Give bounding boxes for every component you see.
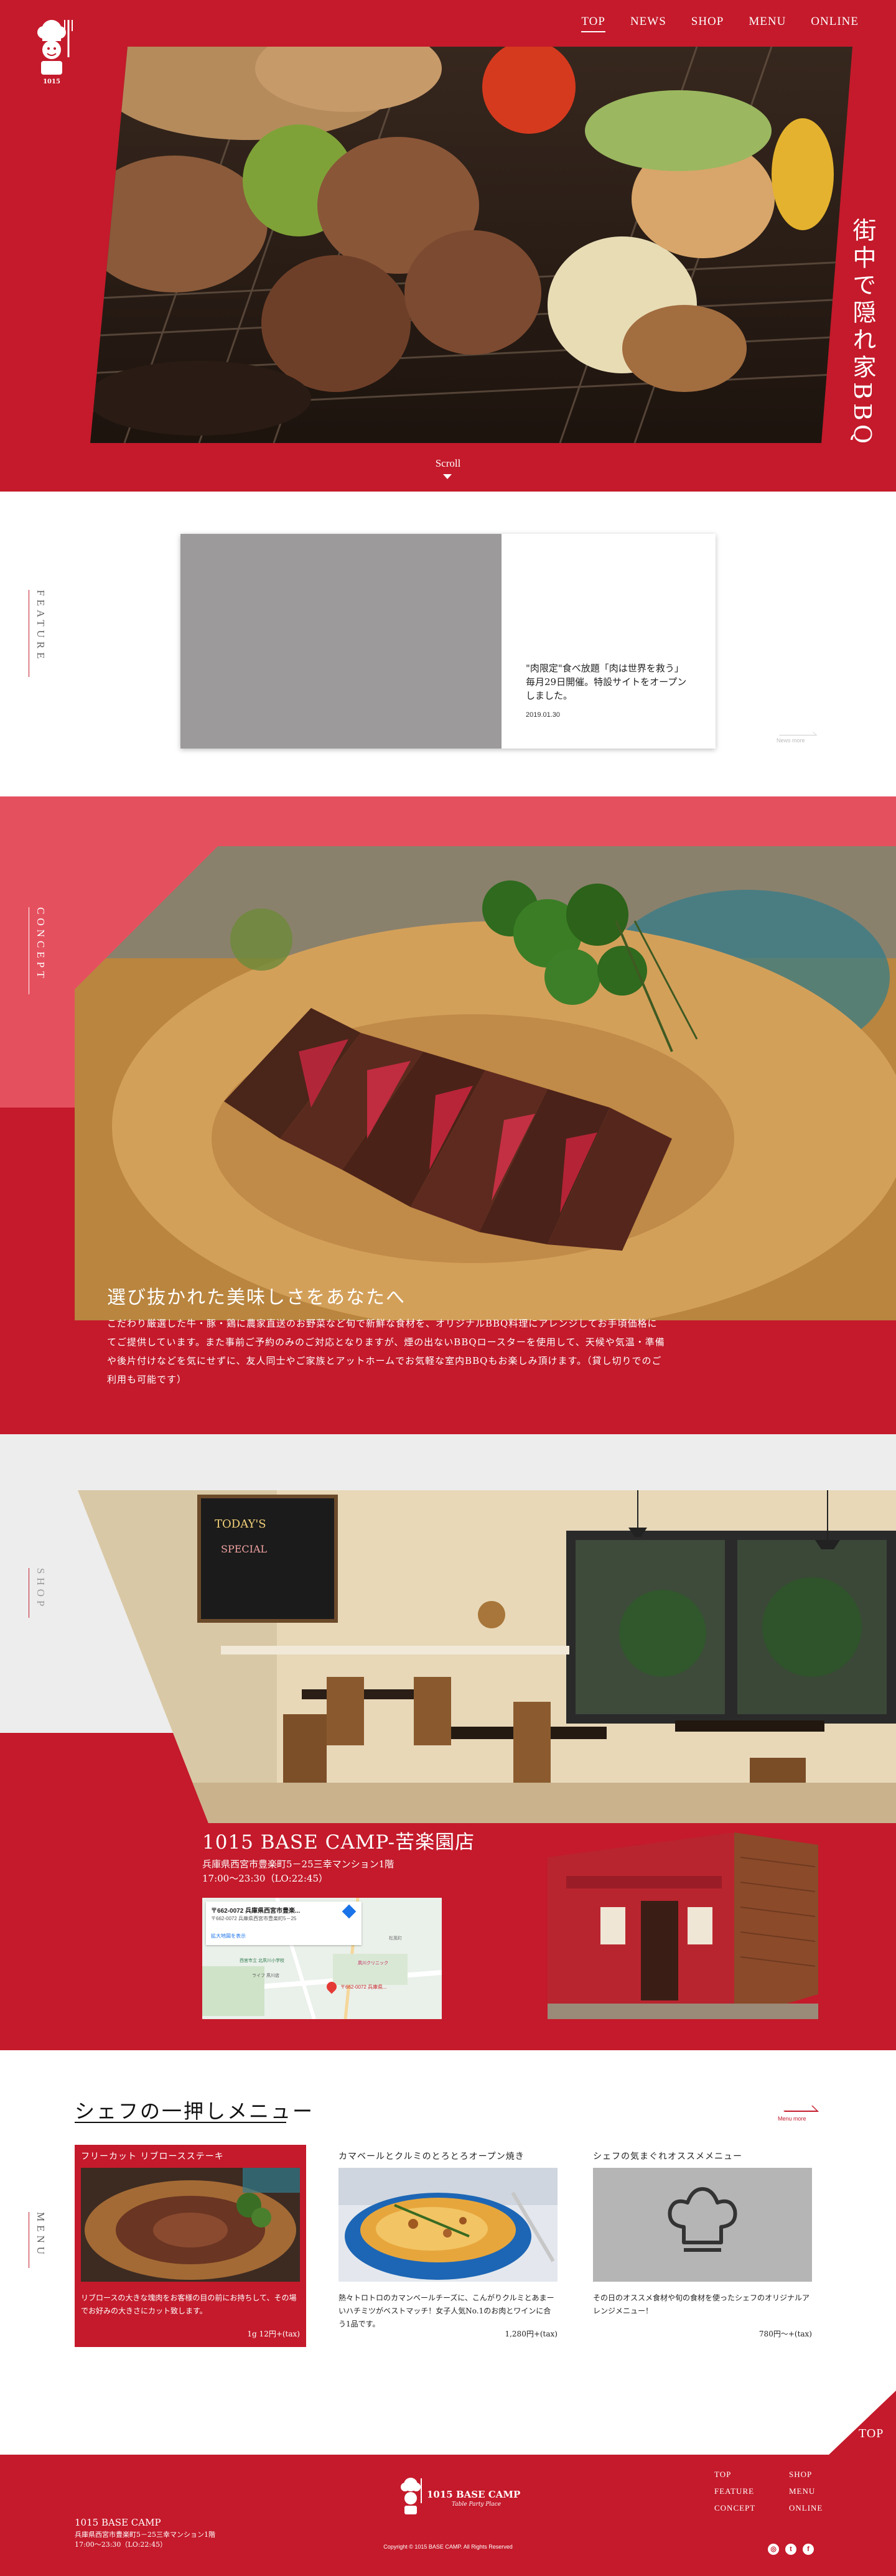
- map-info-card: 〒662-0072 兵庫県西宮市豊楽... 〒662-0072 兵庫県西宮市豊楽…: [206, 1902, 362, 1945]
- footer-nav-shop[interactable]: SHOP: [789, 2470, 812, 2480]
- back-to-top-button[interactable]: [828, 2391, 896, 2456]
- shop-hours: 17:00～23:30（LO:22:45）: [202, 1873, 328, 1884]
- map-place-label: 松風町: [389, 1936, 402, 1941]
- menu-card-description: 熱々トロトロのカマンベールチーズに、こんがりクルミとあまーいハチミツがベストマッ…: [338, 2294, 554, 2328]
- feature-article-image: [180, 534, 502, 749]
- scroll-label[interactable]: Scroll: [0, 457, 896, 470]
- menu-side-label: MENU: [29, 2212, 47, 2268]
- menu-more-link[interactable]: Menu more: [778, 2116, 806, 2122]
- concept-heading: 選び抜かれた美味しさをあなたへ: [107, 1287, 406, 1309]
- menu-card-title: フリーカット リブロースステーキ: [81, 2152, 224, 2162]
- footer-nav-feature[interactable]: FEATURE: [714, 2486, 754, 2496]
- facebook-icon[interactable]: f: [803, 2544, 814, 2555]
- footer-logo-subtext: Table Party Place: [452, 2501, 502, 2508]
- feature-side-label: FEATURE: [29, 590, 47, 677]
- menu-card[interactable]: カマベールとクルミのとろとろオープン焼き 熱々トロトロのカマンベールチーズに、こ…: [332, 2145, 564, 2347]
- nav-shop[interactable]: SHOP: [691, 15, 724, 32]
- map-card-title: 〒662-0072 兵庫県西宮市豊楽...: [211, 1908, 301, 1915]
- news-more-link[interactable]: News more: [777, 737, 805, 744]
- map-enlarge-link[interactable]: 拡大地図を表示: [211, 1933, 246, 1939]
- twitter-icon[interactable]: t: [785, 2544, 796, 2555]
- footer-logo-text: 1015 BASE CAMP: [427, 2489, 521, 2500]
- shop-map[interactable]: 〒662-0072 兵庫県西宮市豊楽... 〒662-0072 兵庫県西宮市豊楽…: [202, 1898, 442, 2019]
- menu-more-arrow-icon[interactable]: [778, 2106, 819, 2112]
- menu-card-gratin-image: [338, 2168, 558, 2282]
- menu-title-underline: [75, 2122, 286, 2123]
- footer-address: 兵庫県西宮市豊楽町5－25三幸マンション1階: [75, 2531, 215, 2539]
- nav-top[interactable]: TOP: [581, 15, 605, 32]
- concept-body-text: こだわり厳選した牛・豚・鶏に農家直送のお野菜など旬で新鮮な食材を、オリジナルBB…: [107, 1318, 665, 1385]
- shop-name: 1015 BASE CAMP-苦楽園店: [202, 1831, 475, 1854]
- map-card-address: 〒662-0072 兵庫県西宮市豊楽町5－25: [211, 1916, 297, 1921]
- svg-text:SPECIAL: SPECIAL: [221, 1543, 268, 1555]
- map-directions-icon[interactable]: [342, 1904, 357, 1919]
- footer-nav-top[interactable]: TOP: [714, 2470, 731, 2480]
- footer-social: ◎ t f: [768, 2544, 814, 2555]
- footer-nav-menu[interactable]: MENU: [789, 2486, 815, 2496]
- news-more-arrow-icon[interactable]: [776, 732, 817, 735]
- svg-text:1015: 1015: [43, 78, 60, 85]
- instagram-icon[interactable]: ◎: [768, 2544, 779, 2555]
- logo-chef-icon[interactable]: 1015: [24, 14, 80, 88]
- shop-interior-image: TODAY'S SPECIAL: [78, 1490, 896, 1823]
- nav-online[interactable]: ONLINE: [811, 15, 859, 32]
- scroll-down-icon[interactable]: [443, 474, 452, 479]
- svg-text:TODAY'S: TODAY'S: [215, 1518, 266, 1531]
- menu-card-price: 1,280円+(tax): [505, 2330, 558, 2338]
- footer-nav-online[interactable]: ONLINE: [789, 2503, 823, 2513]
- shop-side-label: SHOP: [29, 1568, 47, 1618]
- menu-card-price: 1g 12円+(tax): [247, 2330, 300, 2338]
- menu-card[interactable]: シェフの気まぐれオススメメニュー その日のオススメ食材や旬の食材を使ったシェフの…: [587, 2145, 818, 2347]
- menu-card-placeholder-image: [593, 2168, 812, 2282]
- shop-exterior-image: [548, 1832, 818, 2019]
- map-place-label: ライフ 夙川店: [252, 1974, 279, 1978]
- menu-card-description: リブロースの大きな塊肉をお客様の目の前にお持ちして、その場でお好みの大きさにカッ…: [81, 2294, 297, 2315]
- footer-nav-concept[interactable]: CONCEPT: [714, 2503, 755, 2513]
- map-place-label: 夙川クリニック: [358, 1961, 388, 1966]
- menu-section-title: シェフの一押しメニュー: [75, 2099, 315, 2123]
- nav-news[interactable]: NEWS: [630, 15, 666, 32]
- footer: 1015 BASE CAMP 兵庫県西宮市豊楽町5－25三幸マンション1階 17…: [0, 2455, 896, 2576]
- hero-tagline: 街中で隠れ家BBQ: [849, 218, 876, 448]
- menu-card-price: 780円～+(tax): [758, 2330, 812, 2338]
- chef-hat-icon: [668, 2187, 737, 2252]
- hero-bbq-skewers-image: [90, 47, 852, 443]
- concept-side-label: CONCEPT: [29, 907, 47, 994]
- shop-address: 兵庫県西宮市豊楽町5－25三幸マンション1階: [202, 1859, 394, 1870]
- map-place-label: 西宮市立 北夙川小学校: [240, 1959, 284, 1963]
- nav-menu[interactable]: MENU: [749, 15, 786, 32]
- footer-copyright: Copyright © 1015 BASE CAMP. All Rights R…: [383, 2544, 513, 2550]
- footer-shop-name: 1015 BASE CAMP: [75, 2517, 161, 2528]
- concept-steak-image: [75, 846, 896, 1320]
- hero-section: 1015 TOP NEWS SHOP MENU ONLINE 街中で隠れ家BBQ: [0, 0, 896, 492]
- main-nav: TOP NEWS SHOP MENU ONLINE: [581, 15, 859, 32]
- menu-card-description: その日のオススメ食材や旬の食材を使ったシェフのオリジナルアレンジメニュー！: [593, 2294, 810, 2315]
- back-to-top-label[interactable]: TOP: [859, 2427, 884, 2441]
- menu-card[interactable]: フリーカット リブロースステーキ リブロースの大きな塊肉をお客様の目の前にお持ち…: [75, 2145, 306, 2347]
- feature-article-card[interactable]: "肉限定"食べ放題「肉は世界を救う」毎月29日開催。特設サイトをオープンしました…: [180, 534, 716, 749]
- menu-card-steak-image: [81, 2168, 300, 2282]
- map-pin-label: 〒662-0072 兵庫県...: [340, 1984, 387, 1990]
- feature-article-date: 2019.01.30: [526, 711, 561, 719]
- menu-card-title: カマベールとクルミのとろとろオープン焼き: [338, 2152, 525, 2162]
- feature-article-text: "肉限定"食べ放題「肉は世界を救う」毎月29日開催。特設サイトをオープンしました…: [526, 663, 687, 701]
- menu-card-title: シェフの気まぐれオススメメニュー: [593, 2152, 742, 2162]
